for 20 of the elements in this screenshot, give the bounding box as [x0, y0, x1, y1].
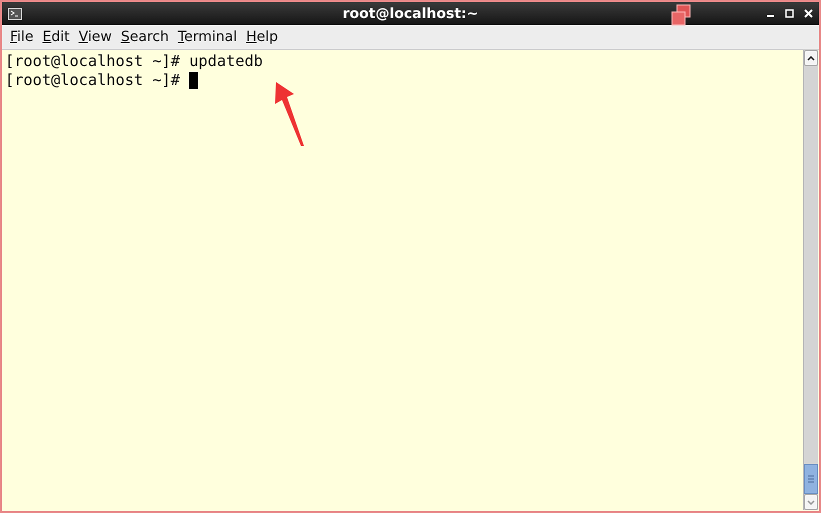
menu-item[interactable]: Search	[116, 27, 173, 47]
menu-item[interactable]: Edit	[38, 27, 74, 47]
caret-up-icon	[807, 56, 815, 60]
window-title: root@localhost:~	[342, 6, 478, 22]
grip-icon	[808, 475, 814, 483]
maximize-icon[interactable]	[785, 9, 794, 18]
scroll-up-button[interactable]	[804, 50, 818, 66]
scroll-down-button[interactable]	[804, 494, 818, 510]
terminal-icon	[8, 8, 22, 20]
menu-item[interactable]: Help	[242, 27, 282, 47]
scrollbar[interactable]	[803, 50, 818, 510]
close-icon[interactable]	[804, 9, 813, 18]
scrollbar-thumb[interactable]	[804, 464, 818, 494]
caret-down-icon	[807, 500, 815, 504]
overlapping-squares-icon	[670, 4, 692, 26]
terminal-line: [root@localhost ~]# updatedb	[5, 52, 263, 71]
menu-item[interactable]: Terminal	[174, 27, 242, 47]
menu-item[interactable]: View	[74, 27, 116, 47]
terminal-line: [root@localhost ~]#	[5, 71, 181, 90]
menu-item[interactable]: File	[6, 27, 38, 47]
